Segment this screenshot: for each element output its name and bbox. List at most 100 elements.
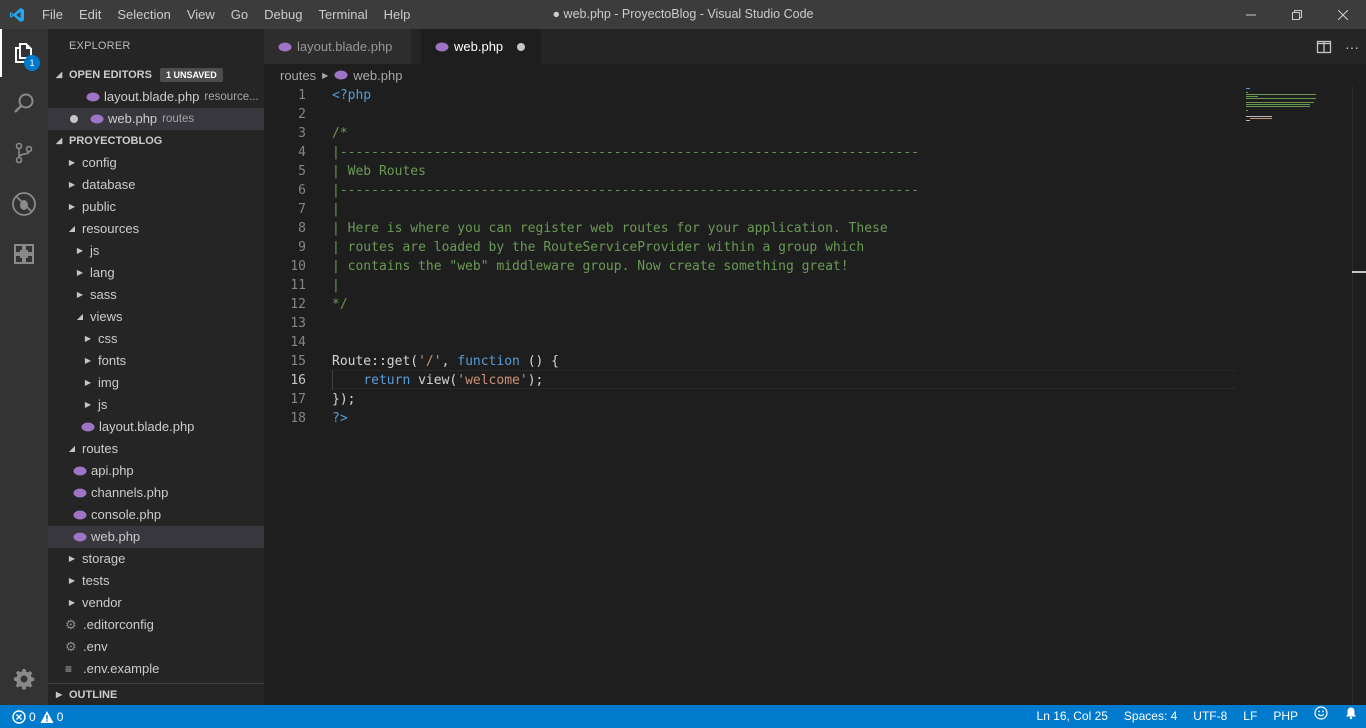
minimize-button[interactable] xyxy=(1228,0,1274,29)
tree-file[interactable]: ≡ .env.example xyxy=(48,658,264,680)
tree-label: channels.php xyxy=(91,485,169,500)
active-indicator xyxy=(0,29,2,77)
menu-go[interactable]: Go xyxy=(223,0,256,29)
tree-label: database xyxy=(82,177,136,192)
menu-debug[interactable]: Debug xyxy=(256,0,310,29)
tree-file[interactable]: web.php xyxy=(48,526,264,548)
tree-folder[interactable]: ▶ js xyxy=(48,394,264,416)
chevron-right-icon: ▶ xyxy=(76,268,84,277)
open-editor-name: web.php xyxy=(108,111,158,126)
notifications-button[interactable] xyxy=(1336,705,1366,728)
tree-file[interactable]: ⚙ .env xyxy=(48,636,264,658)
tree-folder[interactable]: ▶ database xyxy=(48,174,264,196)
chevron-right-icon: ▶ xyxy=(84,356,92,365)
tree-folder[interactable]: ▶ sass xyxy=(48,284,264,306)
menu-view[interactable]: View xyxy=(179,0,223,29)
status-bar: 0 0 Ln 16, Col 25 Spaces: 4 UTF-8 LF PHP xyxy=(0,705,1366,728)
tree-file[interactable]: console.php xyxy=(48,504,264,526)
tree-label: storage xyxy=(82,551,126,566)
menu-edit[interactable]: Edit xyxy=(71,0,109,29)
tab-layout-blade[interactable]: layout.blade.php xyxy=(264,29,411,64)
settings-activity-button[interactable] xyxy=(0,655,48,703)
source-control-activity-button[interactable] xyxy=(0,129,48,177)
tree-folder[interactable]: ▶ js xyxy=(48,240,264,262)
tree-folder[interactable]: ▶ public xyxy=(48,196,264,218)
tree-folder[interactable]: ▶ css xyxy=(48,328,264,350)
tree-folder[interactable]: ▶ fonts xyxy=(48,350,264,372)
debug-activity-button[interactable] xyxy=(0,180,48,228)
breadcrumb-folder[interactable]: routes xyxy=(280,68,316,83)
tree-folder[interactable]: ▶ tests xyxy=(48,570,264,592)
search-activity-button[interactable] xyxy=(0,79,48,127)
unsaved-dot-icon[interactable] xyxy=(517,43,525,51)
problems-indicator[interactable]: 0 0 xyxy=(0,705,63,728)
chevron-right-icon: ▶ xyxy=(84,400,92,409)
split-editor-button[interactable] xyxy=(1310,29,1338,64)
chevron-down-icon: ◢ xyxy=(56,136,63,145)
line-number: 17 xyxy=(290,392,306,407)
tree-folder[interactable]: ▶ config xyxy=(48,152,264,174)
restore-button[interactable] xyxy=(1274,0,1320,29)
extensions-icon xyxy=(14,244,34,264)
code-line: |---------------------------------------… xyxy=(332,145,919,160)
tree-folder[interactable]: ▶ storage xyxy=(48,548,264,570)
error-icon xyxy=(12,709,26,724)
close-window-button[interactable] xyxy=(1320,0,1366,29)
tree-folder[interactable]: ▶ vendor xyxy=(48,592,264,614)
menu-file[interactable]: File xyxy=(34,0,71,29)
tree-file[interactable]: api.php xyxy=(48,460,264,482)
tree-file[interactable]: layout.blade.php xyxy=(48,416,264,438)
more-actions-button[interactable]: ··· xyxy=(1338,29,1366,64)
sidebar-title: EXPLORER xyxy=(69,40,131,52)
vertical-scrollbar[interactable] xyxy=(1352,86,1366,705)
tree-label: console.php xyxy=(91,507,162,522)
tree-folder[interactable]: ▶ lang xyxy=(48,262,264,284)
tree-label: views xyxy=(90,309,123,324)
language-mode[interactable]: PHP xyxy=(1265,705,1306,728)
minimap[interactable] xyxy=(1244,86,1352,206)
tree-file[interactable]: channels.php xyxy=(48,482,264,504)
menu-help[interactable]: Help xyxy=(376,0,419,29)
code-line: | xyxy=(332,202,340,217)
project-header[interactable]: ◢ PROYECTOBLOG xyxy=(48,130,264,152)
tree-file[interactable]: ⚙ .editorconfig xyxy=(48,614,264,636)
menu-terminal[interactable]: Terminal xyxy=(310,0,375,29)
smiley-icon xyxy=(1314,706,1328,720)
open-editor-item[interactable]: web.php routes xyxy=(48,108,264,130)
open-editor-item[interactable]: layout.blade.php resource... xyxy=(48,86,264,108)
tree-folder[interactable]: ◢ resources xyxy=(48,218,264,240)
vscode-logo-icon xyxy=(0,0,34,29)
code-token: () { xyxy=(519,354,560,369)
extensions-activity-button[interactable] xyxy=(0,230,48,278)
feedback-button[interactable] xyxy=(1306,705,1336,728)
tree-folder[interactable]: ▶ img xyxy=(48,372,264,394)
gear-icon: ⚙ xyxy=(65,639,77,654)
open-editors-header[interactable]: ◢ OPEN EDITORS 1 UNSAVED xyxy=(48,64,264,86)
tree-folder[interactable]: ◢ routes xyxy=(48,438,264,460)
code-line: }); xyxy=(332,392,356,407)
explorer-activity-button[interactable]: 1 xyxy=(0,29,48,77)
tab-web-php[interactable]: web.php xyxy=(421,29,541,64)
close-icon xyxy=(1338,9,1348,20)
encoding[interactable]: UTF-8 xyxy=(1185,705,1235,728)
editor-tabs: layout.blade.php web.php ··· xyxy=(264,29,1366,64)
tree-folder[interactable]: ◢ views xyxy=(48,306,264,328)
line-ending[interactable]: LF xyxy=(1235,705,1265,728)
line-number: 7 xyxy=(298,202,306,217)
code-token: Route:: xyxy=(332,354,387,369)
chevron-right-icon: ▶ xyxy=(68,598,76,607)
outline-header[interactable]: ▶ OUTLINE xyxy=(48,684,264,705)
tree-label: .env xyxy=(83,639,108,654)
cursor-position[interactable]: Ln 16, Col 25 xyxy=(1029,705,1116,728)
code-editor[interactable]: 1 2 3 4 5 6 7 8 9 10 11 12 13 14 15 16 1… xyxy=(264,86,1366,705)
gear-icon xyxy=(14,669,35,690)
indentation[interactable]: Spaces: 4 xyxy=(1116,705,1185,728)
line-number: 3 xyxy=(298,126,306,141)
tree-label: sass xyxy=(90,287,117,302)
menu-selection[interactable]: Selection xyxy=(109,0,178,29)
php-file-icon xyxy=(86,92,100,102)
breadcrumb-file[interactable]: web.php xyxy=(353,68,402,83)
code-line: | contains the "web" middleware group. N… xyxy=(332,259,849,274)
